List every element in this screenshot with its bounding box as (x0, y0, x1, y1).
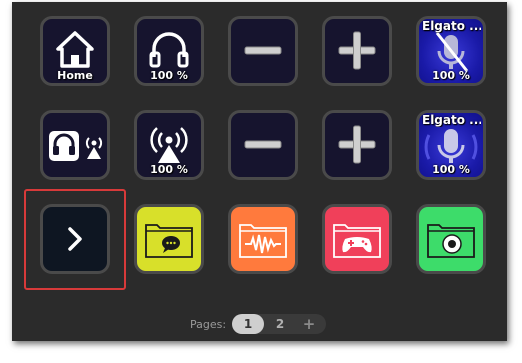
folder-audio-key[interactable] (228, 204, 298, 274)
elgato-mic-key-row2[interactable]: Elgato ... 100 % (416, 110, 486, 180)
volume-up-key-row1[interactable] (322, 16, 392, 86)
folder-game-key[interactable] (322, 204, 392, 274)
volume-down-key-row2[interactable] (228, 110, 298, 180)
folder-waveform-icon (239, 224, 287, 258)
elgato-mic-key-row1[interactable]: Elgato ... 100 % (416, 16, 486, 86)
headphones-stream-key[interactable] (40, 110, 110, 180)
folder-lens-icon (427, 224, 475, 258)
pagination: Pages: 1 2 + (190, 313, 327, 335)
broadcast-volume-key[interactable]: 100 % (134, 110, 204, 180)
volume-up-key-row2[interactable] (322, 110, 392, 180)
plus-icon (338, 125, 376, 164)
pages-label: Pages: (190, 317, 227, 331)
elgato-mic-label-row1: 100 % (432, 69, 470, 82)
folder-camera-key[interactable] (416, 204, 486, 274)
add-page-button[interactable]: + (296, 314, 322, 334)
headphones-volume-key[interactable]: 100 % (134, 16, 204, 86)
headphones-broadcast-icon (49, 131, 103, 161)
folder-chat-icon (145, 224, 193, 258)
elgato-mic-title-row1: Elgato ... (422, 19, 481, 33)
elgato-mic-title-row2: Elgato ... (422, 113, 481, 127)
home-key-label: Home (57, 69, 93, 82)
minus-icon (244, 46, 282, 55)
plus-icon (338, 31, 376, 70)
folder-gamepad-icon (333, 224, 381, 258)
broadcast-volume-label: 100 % (150, 163, 188, 176)
folder-chat-key[interactable] (134, 204, 204, 274)
headphones-volume-label: 100 % (150, 69, 188, 82)
next-page-key[interactable] (40, 204, 110, 274)
home-key[interactable]: Home (40, 16, 110, 86)
page-1-button[interactable]: 1 (232, 314, 265, 334)
elgato-mic-label-row2: 100 % (432, 163, 470, 176)
minus-icon (244, 140, 282, 149)
page-2-button[interactable]: 2 (264, 314, 296, 334)
volume-down-key-row1[interactable] (228, 16, 298, 86)
page-selector: 1 2 + (232, 314, 327, 334)
chevron-right-icon (68, 227, 82, 251)
